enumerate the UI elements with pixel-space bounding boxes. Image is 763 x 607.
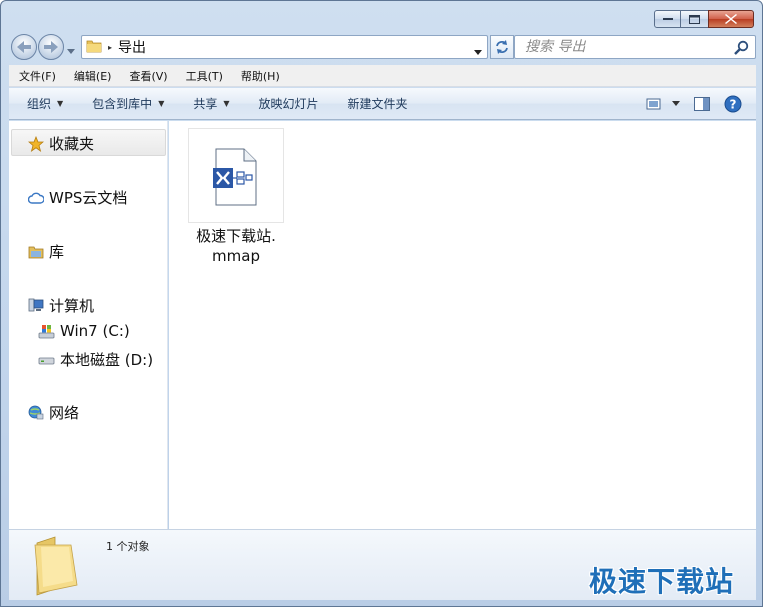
- nav-item-favorites[interactable]: 收藏夹: [28, 133, 94, 154]
- search-box[interactable]: [514, 35, 756, 59]
- file-name[interactable]: 极速下载站. mmap: [172, 226, 300, 266]
- nav-item-drive-c[interactable]: Win7 (C:): [38, 322, 130, 340]
- chevron-down-icon: ▼: [57, 99, 64, 108]
- item-count: 1 个对象: [106, 540, 150, 553]
- forward-button[interactable]: [38, 34, 64, 60]
- search-icon[interactable]: [734, 40, 749, 58]
- new-folder-label: 新建文件夹: [347, 97, 408, 111]
- windows-drive-icon: [38, 324, 55, 339]
- star-icon: [28, 135, 44, 152]
- menu-help[interactable]: 帮助(H): [231, 68, 288, 84]
- nav-item-wps-cloud[interactable]: WPS云文档: [28, 187, 127, 208]
- folder-icon: [29, 533, 87, 600]
- maximize-icon: [689, 14, 700, 24]
- refresh-icon: [496, 40, 508, 54]
- forward-arrow-icon: [44, 41, 58, 53]
- menu-view[interactable]: 查看(V): [119, 68, 175, 84]
- nav-label-favorites: 收藏夹: [49, 135, 95, 153]
- nav-item-network[interactable]: 网络: [28, 402, 79, 423]
- explorer-window: ▸ 导出 文件(F) 编辑(E) 查看(V) 工具(T) 帮助(H): [0, 0, 763, 607]
- svg-text:?: ?: [730, 97, 737, 111]
- back-arrow-icon: [17, 41, 31, 53]
- breadcrumb-separator[interactable]: ▸: [108, 43, 112, 52]
- new-folder-button[interactable]: 新建文件夹: [330, 95, 419, 112]
- chevron-down-icon: ▼: [158, 99, 165, 108]
- cloud-icon: [28, 191, 44, 205]
- organize-label: 组织: [27, 97, 52, 111]
- include-in-library-label: 包含到库中: [92, 97, 153, 111]
- back-button[interactable]: [11, 34, 37, 60]
- chevron-down-icon: ▼: [223, 99, 230, 108]
- file-name-line1: 极速下载站.: [196, 227, 276, 245]
- search-input[interactable]: [525, 39, 735, 55]
- close-button[interactable]: [708, 10, 754, 28]
- preview-pane-button[interactable]: [694, 96, 710, 111]
- help-icon: ?: [724, 95, 742, 112]
- address-bar[interactable]: ▸ 导出: [81, 35, 488, 59]
- folder-icon: [86, 38, 102, 57]
- hard-drive-icon: [38, 352, 55, 367]
- nav-item-computer[interactable]: 计算机: [28, 295, 94, 316]
- library-icon: [28, 245, 44, 259]
- minimize-button[interactable]: [654, 10, 681, 28]
- watermark-logo: 极速下载站: [589, 565, 735, 598]
- address-history-dropdown[interactable]: [474, 44, 482, 58]
- refresh-button[interactable]: [490, 35, 514, 59]
- nav-label-network: 网络: [49, 404, 80, 422]
- slideshow-button[interactable]: 放映幻灯片: [241, 95, 330, 112]
- slideshow-label: 放映幻灯片: [258, 97, 319, 111]
- maximize-button[interactable]: [680, 10, 709, 28]
- preview-pane-icon: [694, 96, 710, 111]
- navigation-pane: 收藏夹 WPS云文档 库 计算机 Win7 (C:) 本地磁盘 (D:) 网络: [9, 121, 168, 529]
- menu-file[interactable]: 文件(F): [9, 68, 64, 84]
- nav-item-libraries[interactable]: 库: [28, 241, 64, 262]
- command-bar: 组织 ▼ 包含到库中 ▼ 共享 ▼ 放映幻灯片 新建文件夹 ?: [9, 88, 756, 120]
- menu-edit[interactable]: 编辑(E): [64, 68, 120, 84]
- share-button[interactable]: 共享 ▼: [175, 95, 240, 112]
- mindmanager-file-icon: [213, 148, 257, 209]
- nav-label-drive-c: Win7 (C:): [60, 322, 130, 340]
- close-icon: [725, 14, 737, 24]
- change-view-button[interactable]: [646, 97, 680, 111]
- menu-tools[interactable]: 工具(T): [176, 68, 231, 84]
- navigation-row: ▸ 导出: [9, 34, 756, 60]
- file-list: 极速下载站. mmap: [169, 121, 756, 529]
- caption-buttons: [654, 10, 754, 28]
- computer-icon: [28, 298, 44, 313]
- chevron-down-icon: [474, 50, 482, 55]
- minimize-icon: [662, 18, 673, 20]
- share-label: 共享: [193, 97, 218, 111]
- file-name-line2: mmap: [212, 247, 260, 265]
- include-in-library-button[interactable]: 包含到库中 ▼: [74, 95, 175, 112]
- view-icon: [646, 98, 661, 109]
- chevron-down-icon: [67, 49, 75, 54]
- nav-label-drive-d: 本地磁盘 (D:): [60, 351, 154, 369]
- details-pane: 1 个对象 极速下载站: [9, 529, 756, 600]
- breadcrumb-current[interactable]: 导出: [118, 37, 146, 57]
- nav-label-libraries: 库: [49, 243, 65, 261]
- view-controls: ?: [646, 88, 756, 119]
- organize-button[interactable]: 组织 ▼: [9, 95, 74, 112]
- help-button[interactable]: ?: [724, 95, 742, 113]
- recent-pages-dropdown[interactable]: [67, 43, 75, 57]
- network-icon: [28, 405, 44, 420]
- nav-label-wps-cloud: WPS云文档: [49, 189, 128, 207]
- menu-bar: 文件(F) 编辑(E) 查看(V) 工具(T) 帮助(H): [9, 65, 756, 87]
- chevron-down-icon: [672, 101, 680, 106]
- file-item[interactable]: [188, 128, 284, 223]
- nav-label-computer: 计算机: [49, 297, 95, 315]
- nav-item-drive-d[interactable]: 本地磁盘 (D:): [38, 349, 153, 370]
